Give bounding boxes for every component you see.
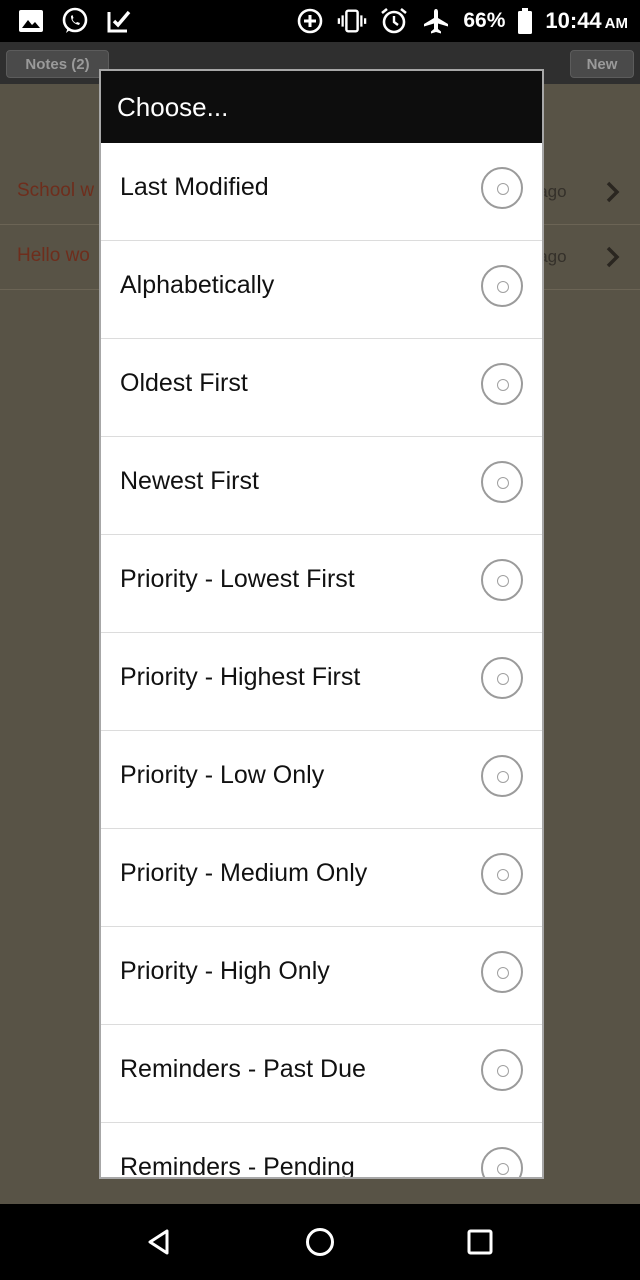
battery-percentage: 66%: [463, 9, 506, 32]
dialog-title: Choose...: [101, 71, 542, 143]
airplane-mode-icon: [421, 6, 451, 36]
clock-ampm: AM: [604, 15, 628, 32]
note-title: School w: [17, 180, 95, 201]
clock-time: 10:44: [545, 8, 602, 33]
option-priority-lowest-first[interactable]: Priority - Lowest First: [101, 535, 542, 633]
chevron-right-icon: [602, 243, 624, 271]
sort-choice-dialog: Choose... Last Modified Alphabetically O…: [99, 69, 544, 1179]
option-label: Last Modified: [120, 173, 269, 201]
radio-button[interactable]: [481, 755, 523, 797]
option-alphabetically[interactable]: Alphabetically: [101, 241, 542, 339]
radio-button[interactable]: [481, 951, 523, 993]
option-priority-low-only[interactable]: Priority - Low Only: [101, 731, 542, 829]
option-label: Priority - High Only: [120, 957, 330, 985]
radio-button[interactable]: [481, 1049, 523, 1091]
option-label: Reminders - Past Due: [120, 1055, 366, 1083]
option-priority-high-only[interactable]: Priority - High Only: [101, 927, 542, 1025]
radio-button[interactable]: [481, 363, 523, 405]
radio-button[interactable]: [481, 1147, 523, 1177]
option-oldest-first[interactable]: Oldest First: [101, 339, 542, 437]
gallery-icon: [16, 6, 46, 36]
option-reminders-past-due[interactable]: Reminders - Past Due: [101, 1025, 542, 1123]
option-priority-medium-only[interactable]: Priority - Medium Only: [101, 829, 542, 927]
alarm-icon: [379, 6, 409, 36]
option-label: Priority - Lowest First: [120, 565, 355, 593]
status-bar: 66% 10:44 AM: [0, 0, 640, 42]
recents-icon[interactable]: [460, 1222, 500, 1262]
option-label: Alphabetically: [120, 271, 275, 299]
new-note-button[interactable]: New: [570, 50, 634, 78]
battery-icon: [517, 6, 533, 36]
chevron-right-icon: [602, 178, 624, 206]
home-icon[interactable]: [300, 1222, 340, 1262]
clock: 10:44 AM: [545, 8, 628, 34]
radio-button[interactable]: [481, 559, 523, 601]
download-done-icon: [104, 6, 134, 36]
option-reminders-pending[interactable]: Reminders - Pending: [101, 1123, 542, 1177]
options-list[interactable]: Last Modified Alphabetically Oldest Firs…: [101, 143, 542, 1177]
radio-button[interactable]: [481, 167, 523, 209]
option-label: Newest First: [120, 467, 259, 495]
option-newest-first[interactable]: Newest First: [101, 437, 542, 535]
notes-button[interactable]: Notes (2): [6, 50, 109, 78]
radio-button[interactable]: [481, 265, 523, 307]
radio-button[interactable]: [481, 853, 523, 895]
option-label: Oldest First: [120, 369, 248, 397]
data-saver-icon: [295, 6, 325, 36]
vibrate-icon: [337, 6, 367, 36]
radio-button[interactable]: [481, 461, 523, 503]
option-last-modified[interactable]: Last Modified: [101, 143, 542, 241]
option-label: Priority - Low Only: [120, 761, 325, 789]
option-label: Reminders - Pending: [120, 1153, 355, 1177]
back-icon[interactable]: [140, 1222, 180, 1262]
note-title: Hello wo: [17, 245, 90, 266]
radio-button[interactable]: [481, 657, 523, 699]
option-label: Priority - Medium Only: [120, 859, 368, 887]
option-label: Priority - Highest First: [120, 663, 361, 691]
whatsapp-icon: [60, 6, 90, 36]
option-priority-highest-first[interactable]: Priority - Highest First: [101, 633, 542, 731]
navigation-bar: [0, 1204, 640, 1280]
